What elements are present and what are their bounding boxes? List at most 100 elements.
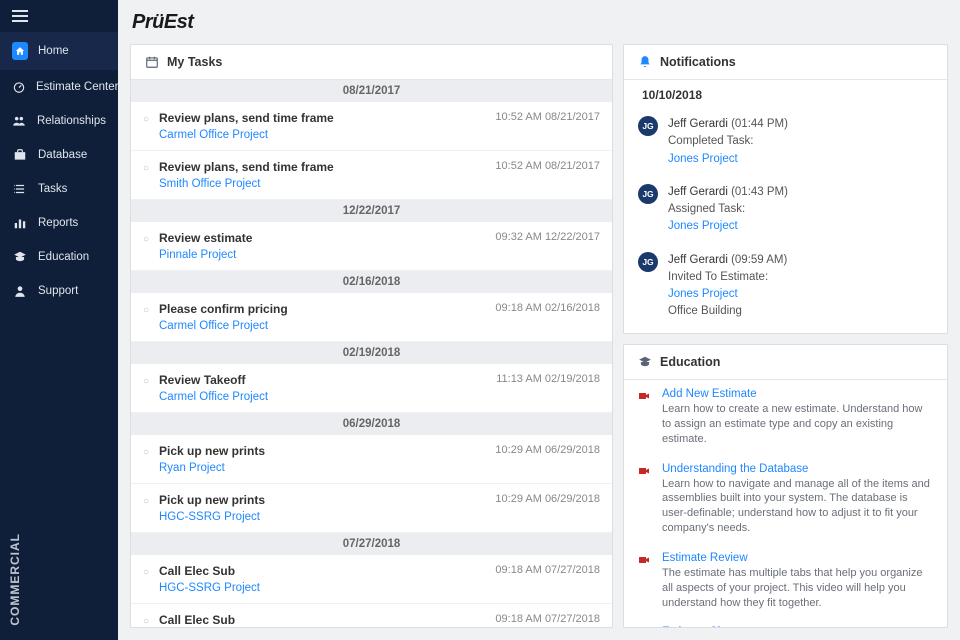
menu-toggle[interactable] (0, 0, 118, 32)
education-item: Estimate SheetThe estimate screen contai… (624, 618, 947, 627)
home-icon (12, 42, 28, 60)
sidebar-item-support[interactable]: Support (0, 274, 118, 308)
tasks-list[interactable]: 08/21/2017 ○ Review plans, send time frame… (131, 80, 612, 627)
notification-user: Jeff Gerardi (668, 118, 728, 130)
task-row[interactable]: ○ Review plans, send time frame Smith Offi… (131, 151, 612, 200)
sidebar-item-relationships[interactable]: Relationships (0, 104, 118, 138)
task-title: Review plans, send time frame (159, 111, 487, 125)
video-icon (638, 552, 652, 611)
video-icon (638, 388, 652, 447)
sidebar-item-estimate-center[interactable]: Estimate Center (0, 70, 118, 104)
list-icon (12, 182, 28, 196)
support-icon (12, 284, 28, 298)
notification-time: (01:43 PM) (731, 186, 788, 198)
nav-label: Estimate Center (36, 81, 118, 93)
task-row[interactable]: ○Pick up new printsHGC-SSRG Project10:29… (131, 484, 612, 533)
task-row[interactable]: ○ Pick up new prints Ryan Project 10:29 AM … (131, 435, 612, 484)
task-bullet: ○ (143, 111, 151, 125)
task-bullet: ○ (143, 444, 151, 458)
task-project-link[interactable]: Ryan Project (159, 462, 487, 474)
nav-label: Database (38, 149, 87, 161)
briefcase-icon (12, 148, 28, 162)
notification-link[interactable]: Jones Project (668, 218, 933, 235)
bell-icon (638, 55, 652, 69)
task-row[interactable]: ○Review TakeoffCarmel Office Project11:1… (131, 364, 612, 413)
avatar: JG (638, 116, 658, 136)
chart-icon (12, 216, 28, 230)
education-header: Education (624, 345, 947, 380)
task-date-header: 12/22/2017 (131, 200, 612, 222)
task-row[interactable]: ○ Review plans, send time frame Carmel Off… (131, 102, 612, 151)
education-item: Estimate Review The estimate has multiple… (624, 544, 947, 619)
sidebar-item-reports[interactable]: Reports (0, 206, 118, 240)
task-row[interactable]: ○Call Elec SubHGC-SSRG Project09:18 AM 0… (131, 555, 612, 604)
task-project-link[interactable]: Smith Office Project (159, 178, 487, 190)
task-row[interactable]: ○Call Elec SubRyan Project09:18 AM 07/27… (131, 604, 612, 627)
education-desc: Learn how to create a new estimate. Unde… (662, 402, 933, 447)
task-title: Please confirm pricing (159, 302, 487, 316)
sidebar-item-tasks[interactable]: Tasks (0, 172, 118, 206)
notification-item: JGJeff Gerardi (09:59 AM)Added New Estim… (624, 331, 947, 334)
task-row[interactable]: ○Review estimatePinnale Project09:32 AM … (131, 222, 612, 271)
task-bullet: ○ (143, 160, 151, 174)
notification-date: 10/10/2018 (624, 80, 947, 110)
task-time: 10:52 AM 08/21/2017 (495, 111, 600, 123)
task-bullet: ○ (143, 302, 151, 316)
video-icon (638, 626, 652, 627)
task-project-link[interactable]: Pinnale Project (159, 249, 487, 261)
task-project-link[interactable]: Carmel Office Project (159, 320, 487, 332)
notification-item: JGJeff Gerardi (01:43 PM)Assigned Task:J… (624, 178, 947, 246)
task-time: 09:18 AM 02/16/2018 (495, 302, 600, 314)
notification-action: Invited To Estimate: (668, 269, 933, 286)
task-time: 10:52 AM 08/21/2017 (495, 160, 600, 172)
sidebar-item-home[interactable]: Home (0, 32, 118, 70)
task-title: Pick up new prints (159, 444, 487, 458)
sidebar-item-database[interactable]: Database (0, 138, 118, 172)
task-title: Call Elec Sub (159, 613, 487, 627)
sidebar-item-education[interactable]: Education (0, 240, 118, 274)
topbar: PrüEst (118, 0, 960, 44)
notifications-panel: Notifications 10/10/2018JGJeff Gerardi (… (623, 44, 948, 334)
calendar-icon (145, 55, 159, 69)
notification-action: Assigned Task: (668, 201, 933, 218)
content: My Tasks 08/21/2017 ○ Review plans, send t… (118, 44, 960, 640)
my-tasks-panel: My Tasks 08/21/2017 ○ Review plans, send t… (130, 44, 613, 628)
avatar: JG (638, 184, 658, 204)
education-list[interactable]: Add New Estimate Learn how to create a ne… (624, 380, 947, 627)
task-project-link[interactable]: Carmel Office Project (159, 129, 487, 141)
education-link[interactable]: Add New Estimate (662, 388, 933, 400)
notification-time: (09:59 AM) (731, 254, 787, 266)
notifications-list[interactable]: 10/10/2018JGJeff Gerardi (01:44 PM)Compl… (624, 80, 947, 333)
panel-title: Education (660, 355, 720, 369)
task-title: Review plans, send time frame (159, 160, 487, 174)
education-desc: The estimate has multiple tabs that help… (662, 566, 933, 611)
graduation-icon (12, 250, 28, 264)
education-link[interactable]: Estimate Review (662, 552, 933, 564)
task-project-link[interactable]: Carmel Office Project (159, 391, 488, 403)
task-project-link[interactable]: HGC-SSRG Project (159, 511, 487, 523)
video-icon (638, 463, 652, 536)
notification-item: JGJeff Gerardi (01:44 PM)Completed Task:… (624, 110, 947, 178)
task-date-header: 02/16/2018 (131, 271, 612, 293)
notification-action: Completed Task: (668, 133, 933, 150)
users-icon (12, 114, 27, 128)
task-date-header: 08/21/2017 (131, 80, 612, 102)
notification-link[interactable]: Jones Project (668, 286, 933, 303)
panel-title: My Tasks (167, 55, 222, 69)
education-link[interactable]: Estimate Sheet (662, 626, 933, 627)
task-time: 11:13 AM 02/19/2018 (496, 373, 600, 385)
panel-title: Notifications (660, 55, 736, 69)
avatar: JG (638, 252, 658, 272)
education-desc: Learn how to navigate and manage all of … (662, 477, 933, 536)
notifications-header: Notifications (624, 45, 947, 80)
task-time: 10:29 AM 06/29/2018 (495, 444, 600, 456)
nav-label: Reports (38, 217, 78, 229)
main: PrüEst My Tasks 08/21/2017 ○ Review plans,… (118, 0, 960, 640)
task-time: 09:18 AM 07/27/2018 (495, 613, 600, 625)
task-project-link[interactable]: HGC-SSRG Project (159, 582, 487, 594)
task-time: 09:32 AM 12/22/2017 (495, 231, 600, 243)
education-link[interactable]: Understanding the Database (662, 463, 933, 475)
task-row[interactable]: ○ Please confirm pricing Carmel Office Pro… (131, 293, 612, 342)
task-bullet: ○ (143, 564, 151, 578)
notification-link[interactable]: Jones Project (668, 151, 933, 168)
